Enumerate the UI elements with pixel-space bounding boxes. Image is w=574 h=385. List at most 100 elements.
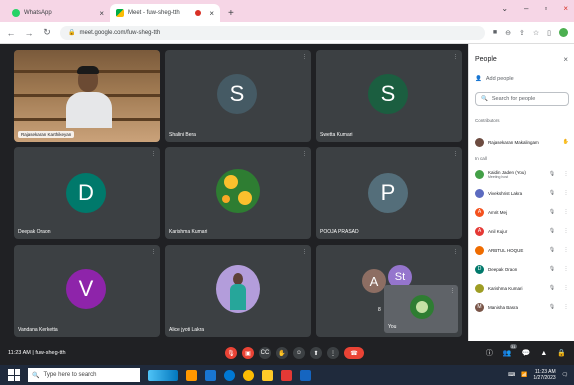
list-item[interactable]: A Amrit Mej 🎙 ⋮: [475, 206, 571, 218]
mic-off-icon[interactable]: 🎙: [547, 190, 557, 196]
camera-toggle-button[interactable]: ▣: [242, 347, 254, 359]
close-tab-icon[interactable]: ×: [99, 9, 104, 18]
close-window-button[interactable]: ×: [563, 4, 568, 13]
list-item[interactable]: M Manisha Basra 🎙 ⋮: [475, 301, 571, 313]
more-options-icon[interactable]: ⋮: [561, 171, 571, 177]
more-options-icon[interactable]: ⋮: [561, 190, 571, 196]
meeting-code: fuw-sheg-tth: [35, 350, 66, 356]
grouped-participants-tile[interactable]: A St ⋮ 8 You ⋮: [316, 245, 462, 337]
leave-call-button[interactable]: ☎: [344, 347, 364, 359]
self-avatar: [410, 295, 434, 319]
avatar: M: [475, 302, 484, 312]
app-icon[interactable]: [281, 369, 292, 381]
avatar: V: [66, 269, 106, 309]
participant-tile[interactable]: V ⋮ Vandana Kerketta: [14, 245, 160, 337]
more-options-icon[interactable]: ⋮: [561, 304, 571, 310]
tab-title: WhatsApp: [24, 10, 52, 16]
activities-icon[interactable]: ▲: [540, 350, 547, 357]
search-people-input[interactable]: 🔍 Search for people: [475, 92, 569, 106]
close-panel-button[interactable]: ×: [563, 55, 568, 64]
participant-tile[interactable]: ⋮ Alice jyoti Lakra: [165, 245, 311, 337]
more-options-icon[interactable]: ⋮: [450, 288, 455, 294]
sidepanel-icon[interactable]: ▯: [547, 29, 551, 37]
zoom-icon[interactable]: ⊖: [505, 29, 511, 37]
windows-taskbar: 🔍 Type here to search ⌨ 📶 11:23 AM 1/27/…: [0, 365, 574, 385]
maximize-button[interactable]: ▫: [544, 4, 547, 13]
mic-off-icon[interactable]: 🎙: [547, 228, 557, 234]
camera-indicator-icon[interactable]: ■: [493, 29, 497, 36]
share-icon[interactable]: ⇪: [519, 29, 525, 37]
list-item[interactable]: Vivekshrist Lakra 🎙 ⋮: [475, 187, 571, 199]
participant-tile[interactable]: P ⋮ POOJA PRASAD: [316, 147, 462, 239]
present-button[interactable]: ⬆: [310, 347, 322, 359]
minimize-button[interactable]: –: [524, 4, 528, 13]
back-button[interactable]: ←: [6, 28, 16, 38]
participant-tile[interactable]: S ⋮ Shalini Bera: [165, 50, 311, 142]
mic-off-icon[interactable]: 🎙: [547, 171, 557, 177]
participant-name: Anil Kujur: [488, 228, 508, 234]
search-placeholder: Search for people: [491, 96, 536, 102]
tab-meet[interactable]: Meet - fuw-sheg-tth ×: [110, 4, 220, 22]
app-icon[interactable]: [186, 369, 197, 381]
more-options-button[interactable]: ⋮: [327, 347, 339, 359]
chat-icon[interactable]: 💬: [522, 349, 531, 357]
self-view-tile[interactable]: You ⋮: [384, 285, 458, 333]
captions-button[interactable]: CC: [259, 347, 271, 359]
participant-tile[interactable]: ⋮ Karishma Kumari: [165, 147, 311, 239]
host-controls-icon[interactable]: 🔒: [557, 349, 566, 357]
photo-avatar: [216, 265, 260, 313]
raise-hand-button[interactable]: ✋: [276, 347, 288, 359]
avatar: D: [475, 264, 484, 274]
file-explorer-icon[interactable]: [262, 369, 273, 381]
url-field[interactable]: 🔒 meet.google.com/fuw-sheg-tth: [60, 25, 485, 40]
weather-widget-icon[interactable]: [148, 369, 178, 381]
mic-off-icon[interactable]: 🎙: [547, 209, 557, 215]
network-icon[interactable]: 📶: [521, 372, 527, 378]
forward-button[interactable]: →: [24, 28, 34, 38]
add-people-button[interactable]: 👤 Add people: [475, 76, 514, 82]
participant-name: Karishma Kumari: [488, 285, 523, 291]
chrome-icon[interactable]: [243, 369, 254, 381]
mic-off-icon[interactable]: 🎙: [547, 304, 557, 310]
people-button[interactable]: 👥 31: [503, 344, 517, 357]
participant-name: Manisha Basra: [488, 304, 519, 310]
reactions-button[interactable]: ☺: [293, 347, 305, 359]
mic-off-icon[interactable]: 🎙: [547, 266, 557, 272]
windows-start-icon[interactable]: [8, 369, 20, 381]
tab-search-icon[interactable]: ⌄: [501, 4, 508, 13]
host-row[interactable]: Rajasekaran Makalingam ✋: [475, 136, 571, 148]
list-item[interactable]: Kaidin Jaden (You) Meeting host 🎙 ⋮: [475, 168, 571, 180]
more-options-icon[interactable]: ⋮: [561, 209, 571, 215]
notification-icon[interactable]: 🗨: [562, 372, 568, 378]
list-item[interactable]: A Anil Kujur 🎙 ⋮: [475, 225, 571, 237]
more-options-icon[interactable]: ⋮: [561, 266, 571, 272]
keyboard-icon[interactable]: ⌨: [508, 372, 515, 378]
reload-button[interactable]: ↻: [42, 27, 52, 38]
list-item[interactable]: ARBTUL HOQUE 🎙 ⋮: [475, 244, 571, 256]
word-icon[interactable]: [300, 369, 311, 381]
info-icon[interactable]: ⓘ: [486, 348, 493, 358]
profile-avatar[interactable]: [559, 28, 568, 37]
list-item[interactable]: D Deepak Oraon 🎙 ⋮: [475, 263, 571, 275]
app-icon[interactable]: [205, 369, 216, 381]
taskbar-search-input[interactable]: 🔍 Type here to search: [28, 368, 140, 382]
url-text: meet.google.com/fuw-sheg-tth: [79, 29, 161, 36]
mic-toggle-button[interactable]: 🎙: [225, 347, 237, 359]
participant-tile[interactable]: S ⋮ Swetta Kumari: [316, 50, 462, 142]
new-tab-button[interactable]: +: [220, 4, 242, 22]
list-item[interactable]: Karishma Kumari 🎙 ⋮: [475, 282, 571, 294]
close-tab-icon[interactable]: ×: [209, 9, 214, 18]
participant-tile-video[interactable]: Rajasekaran Karthikeyan: [14, 50, 160, 142]
more-options-icon[interactable]: ⋮: [302, 54, 307, 60]
bookmark-star-icon[interactable]: ☆: [533, 29, 539, 37]
more-options-icon[interactable]: ⋮: [561, 228, 571, 234]
mic-off-icon[interactable]: 🎙: [547, 247, 557, 253]
more-options-icon[interactable]: ⋮: [561, 247, 571, 253]
taskbar-clock[interactable]: 11:23 AM 1/27/2023: [533, 369, 555, 381]
edge-icon[interactable]: [224, 369, 235, 381]
participant-tile[interactable]: D ⋮ Deepak Oraon: [14, 147, 160, 239]
muted-mic-icon: ⋮: [151, 151, 156, 157]
more-options-icon[interactable]: ⋮: [561, 285, 571, 291]
mic-off-icon[interactable]: 🎙: [547, 285, 557, 291]
tab-whatsapp[interactable]: WhatsApp ×: [6, 4, 110, 22]
